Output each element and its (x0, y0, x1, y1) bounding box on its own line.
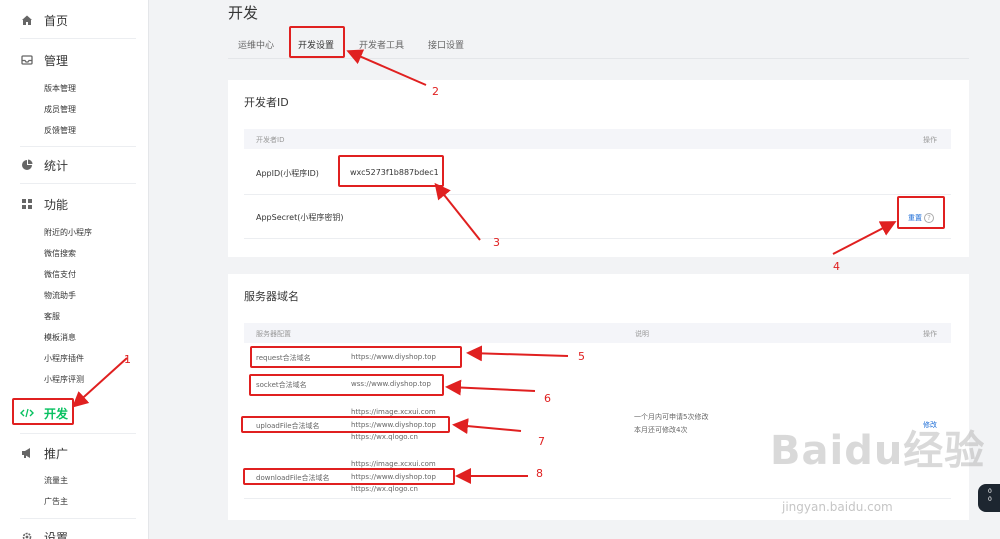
arrow-4 (832, 221, 897, 255)
watermark-url: jingyan.baidu.com (782, 500, 893, 514)
annotation-label-8: 8 (536, 467, 543, 480)
annotation-label-7: 7 (538, 435, 545, 448)
floating-widget[interactable]: 00 (978, 484, 1000, 512)
annotation-label-5: 5 (578, 350, 585, 363)
arrow-3 (434, 182, 481, 241)
annotation-label-1: 1 (124, 353, 131, 366)
arrow-2 (346, 49, 427, 86)
arrow-1 (72, 357, 128, 408)
arrow-7 (452, 418, 522, 435)
arrow-6 (445, 379, 536, 396)
annotation-label-4: 4 (833, 260, 840, 273)
annotation-label-6: 6 (544, 392, 551, 405)
arrow-5 (466, 345, 569, 362)
annotation-label-2: 2 (432, 85, 439, 98)
annotation-label-3: 3 (493, 236, 500, 249)
watermark-logo: Baidu经验 (770, 428, 986, 474)
